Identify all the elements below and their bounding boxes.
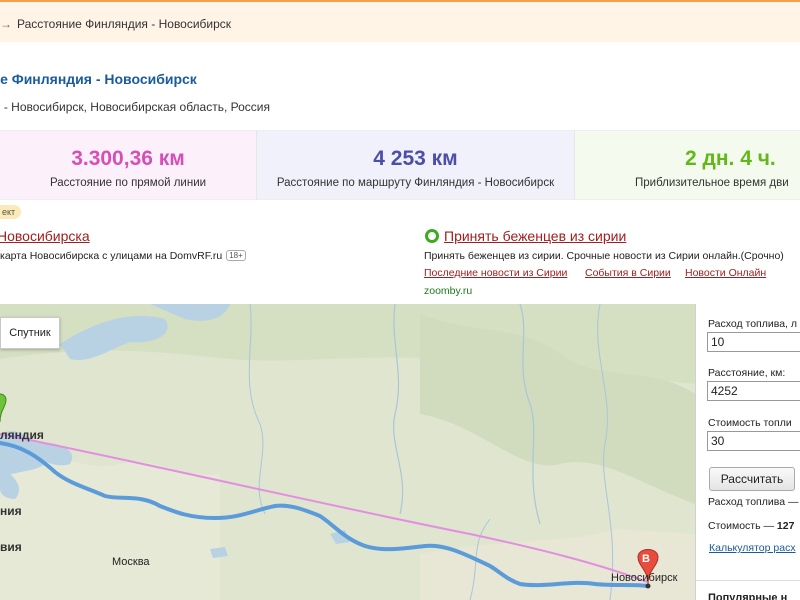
- breadcrumb-bar: → Расстояние Финляндия - Новосибирск: [0, 0, 800, 42]
- page-title: ние Финляндия - Новосибирск: [0, 71, 197, 87]
- stat-label: Приблизительное время дви: [635, 177, 789, 189]
- stat-straight-distance: 3.300,36 км Расстояние по прямой линии: [0, 130, 257, 200]
- popular-heading: Популярные н: [708, 592, 788, 600]
- page: → Расстояние Финляндия - Новосибирск ние …: [0, 0, 800, 600]
- ad-left-title-link[interactable]: Новосибирска: [0, 228, 90, 244]
- fuel-cost-input[interactable]: [707, 431, 800, 451]
- stat-value: 3.300,36 км: [71, 147, 185, 170]
- map-canvas[interactable]: [0, 304, 695, 600]
- distance-input[interactable]: [707, 381, 800, 401]
- route-subtitle: я - Новосибирск, Новосибирская область, …: [0, 100, 270, 114]
- ad-ring-icon: [425, 229, 439, 243]
- map-label-left-mid: ния: [0, 504, 22, 518]
- map-label-left-low: вия: [0, 540, 22, 554]
- fuel-consumption-input[interactable]: [707, 332, 800, 352]
- route-map[interactable]: Спутник ляндия Москва Новосибирск ния ви…: [0, 304, 695, 600]
- distance-label: Расстояние, км:: [708, 367, 786, 379]
- calculate-button[interactable]: Рассчитать: [709, 467, 795, 491]
- ad-link-latest-news[interactable]: Последние новости из Сирии: [424, 267, 567, 279]
- divider: [696, 580, 800, 581]
- ad-left-text: карта Новосибирска с улицами на DomvRF.r…: [0, 250, 246, 262]
- ad-link-news-online[interactable]: Новости Онлайн: [685, 267, 766, 279]
- stat-travel-time: 2 дн. 4 ч. Приблизительное время дви: [575, 130, 800, 200]
- result-cost-value: 127: [776, 520, 795, 532]
- map-label-moscow: Москва: [112, 556, 150, 568]
- ad-right-title-link[interactable]: Принять беженцев из сирии: [444, 228, 626, 244]
- map-label-finland: ляндия: [0, 428, 44, 442]
- satellite-button[interactable]: Спутник: [0, 317, 60, 349]
- breadcrumb-text[interactable]: Расстояние Финляндия - Новосибирск: [17, 17, 231, 31]
- fuel-calculator: Расход топлива, л Расстояние, км: Стоимо…: [695, 304, 800, 600]
- result-cost: Стоимость — 127: [708, 520, 794, 532]
- ad-right-text: Принять беженцев из сирии. Срочные новос…: [424, 250, 784, 262]
- fuel-cost-label: Стоимость топли: [708, 417, 792, 429]
- result-fuel: Расход топлива —: [708, 496, 799, 508]
- marker-b-letter: B: [642, 553, 650, 565]
- stat-label: Расстояние по прямой линии: [49, 177, 207, 189]
- ad-link-events[interactable]: События в Сирии: [585, 267, 671, 279]
- fuel-calculator-link[interactable]: Калькулятор расх: [709, 542, 796, 554]
- fuel-consumption-label: Расход топлива, л: [708, 318, 797, 330]
- age-rating-badge: 18+: [226, 250, 246, 261]
- stat-route-distance: 4 253 км Расстояние по маршруту Финлянди…: [257, 130, 575, 200]
- breadcrumb: → Расстояние Финляндия - Новосибирск: [0, 17, 231, 31]
- stat-value: 2 дн. 4 ч.: [685, 147, 776, 170]
- stat-label: Расстояние по маршруту Финляндия - Новос…: [276, 177, 555, 189]
- ad-domain: zoomby.ru: [424, 285, 473, 297]
- ad-badge: ект: [0, 205, 22, 219]
- ad-left-description: карта Новосибирска с улицами на DomvRF.r…: [0, 250, 223, 262]
- breadcrumb-arrow-icon: →: [0, 17, 12, 31]
- stat-value: 4 253 км: [373, 147, 458, 170]
- result-cost-label: Стоимость —: [708, 520, 774, 532]
- map-label-novosibirsk: Новосибирск: [611, 572, 678, 584]
